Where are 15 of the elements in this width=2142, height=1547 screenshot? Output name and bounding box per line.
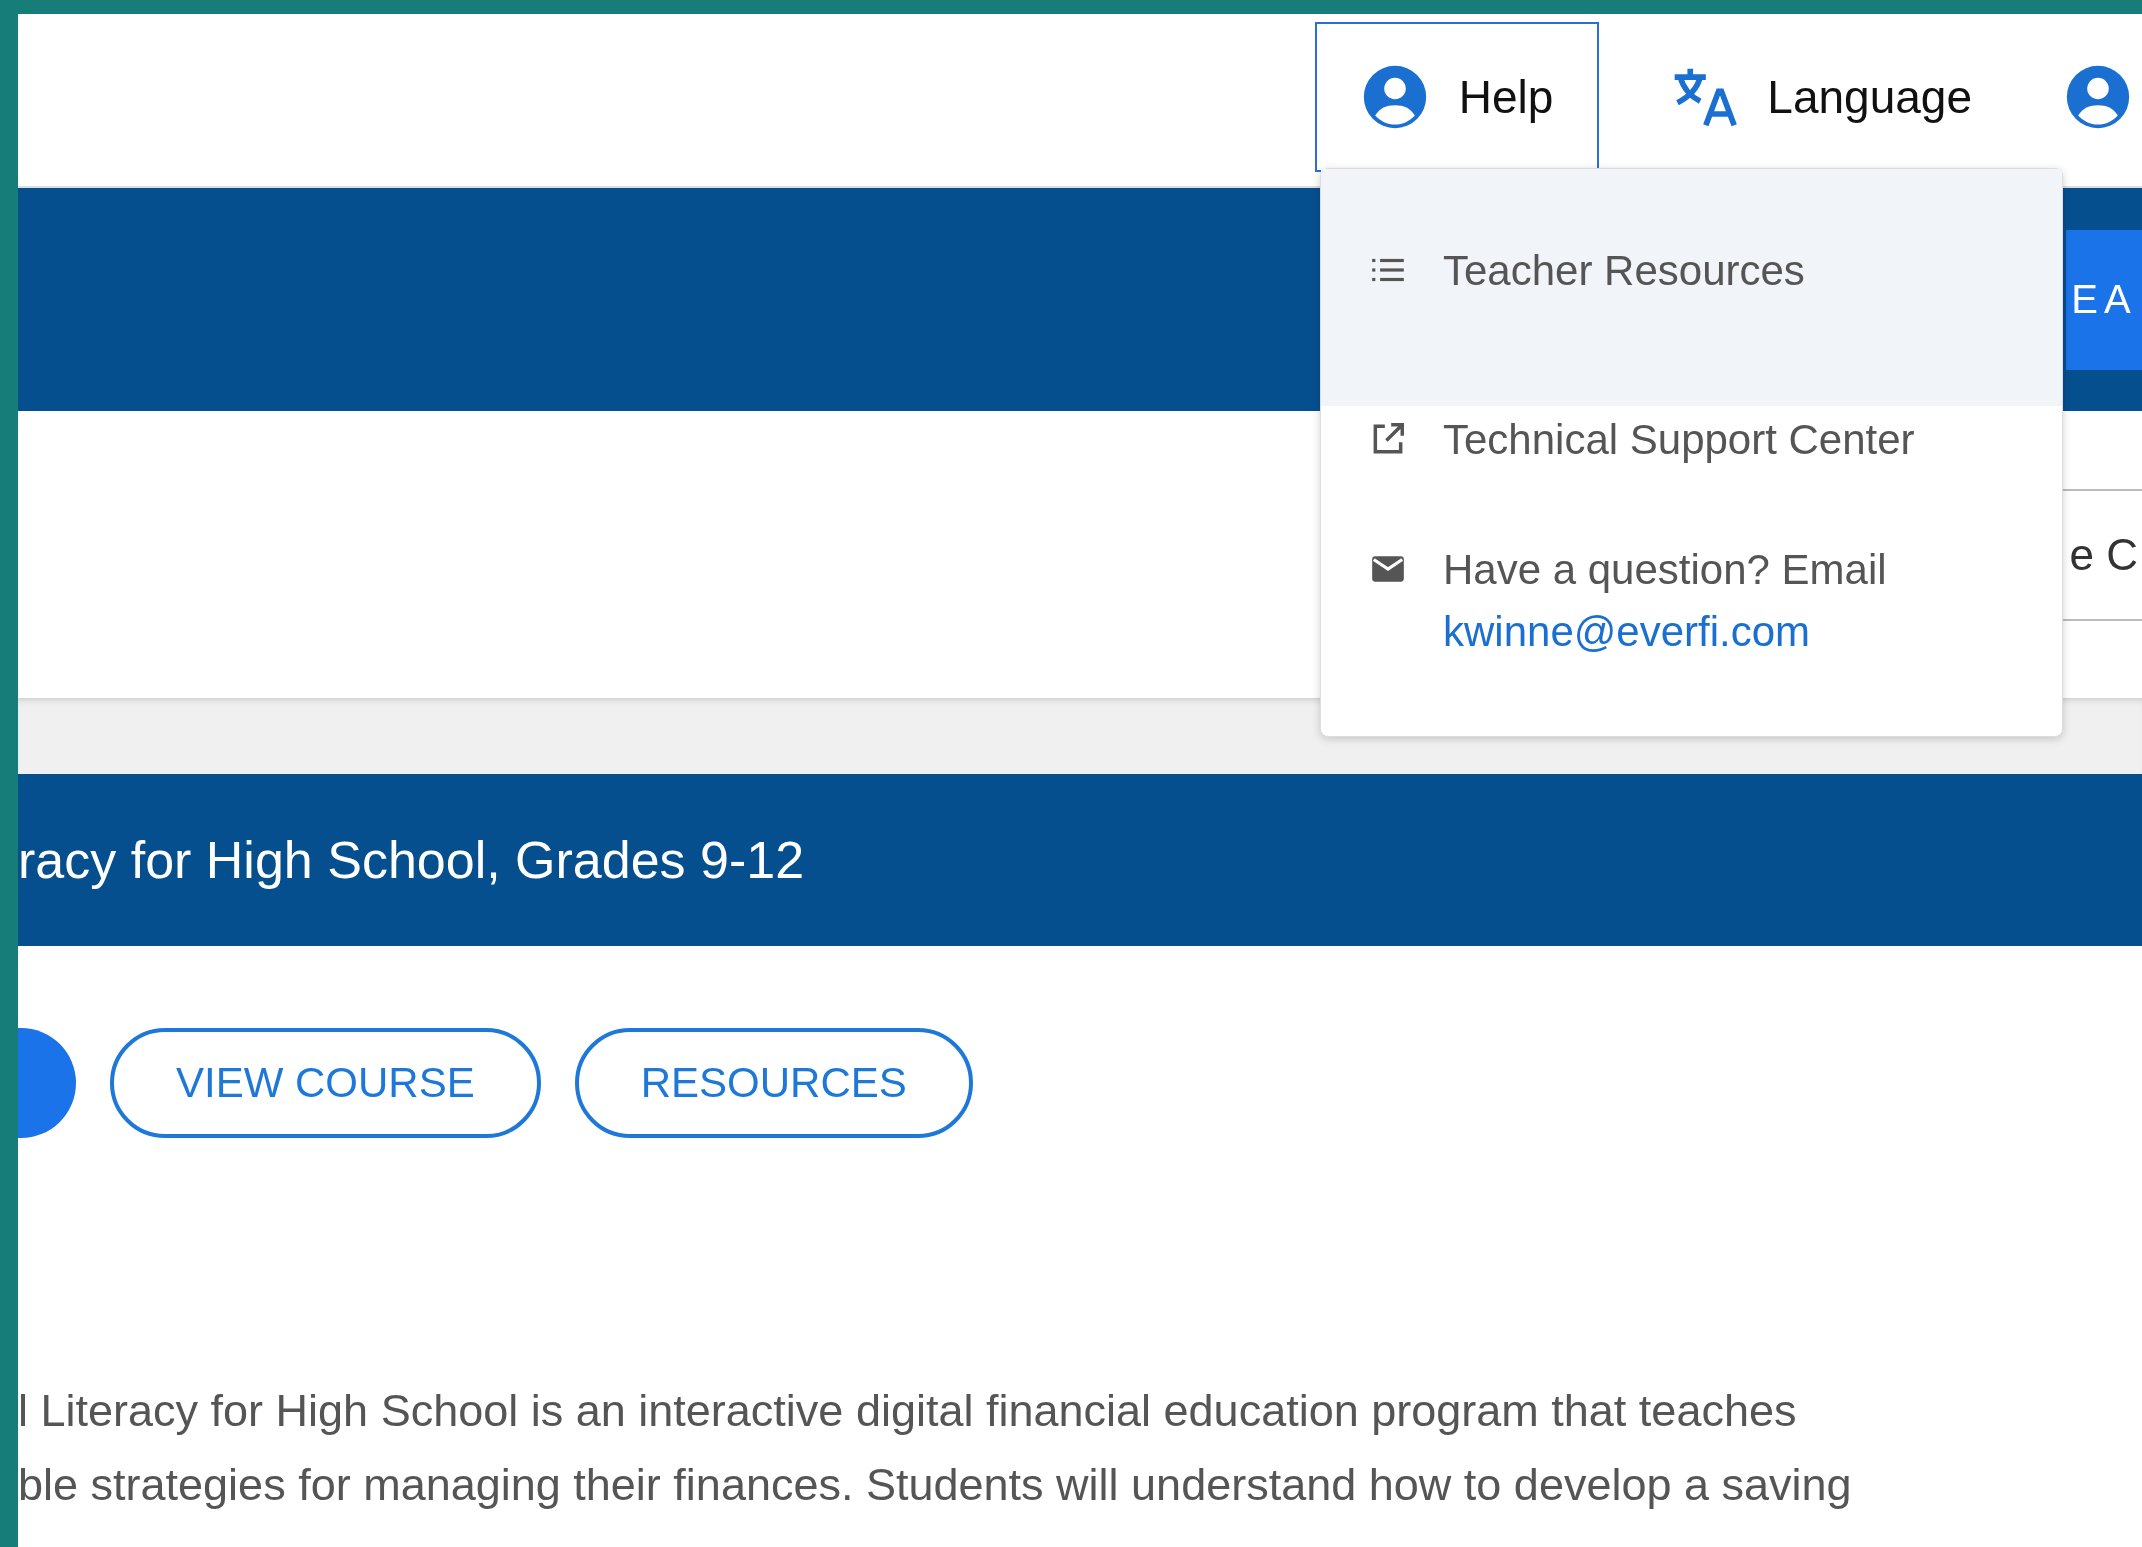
description-line: ble strategies for managing their finances. Students will understand how to develop a saving xyxy=(18,1458,1853,1512)
menu-item-label: Have a question? Email xyxy=(1443,546,1887,594)
description-line: l Literacy for High School is an interactive digital financial education program that teaches xyxy=(18,1384,1798,1438)
menu-item-label: Teacher Resources xyxy=(1443,247,1805,295)
menu-item[interactable]: Teacher Resources xyxy=(1321,169,2062,406)
menu-item[interactable]: Have a question? Email kwinne@everfi.com xyxy=(1321,536,2062,676)
outline-button[interactable]: VIEW COURSE xyxy=(110,1028,541,1138)
menu-item-label: Technical Support Center xyxy=(1443,416,1915,464)
email-link[interactable]: kwinne@everfi.com xyxy=(1443,608,1887,656)
course-title: racy for High School, Grades 9-12 xyxy=(18,830,805,890)
invite-button[interactable]: EA xyxy=(2066,229,2142,370)
outline-button[interactable]: RESOURCES xyxy=(574,1028,973,1138)
menu-item[interactable]: Technical Support Center xyxy=(1321,406,2062,536)
help-button[interactable]: Help xyxy=(1314,22,1600,172)
user-icon xyxy=(2064,63,2132,131)
